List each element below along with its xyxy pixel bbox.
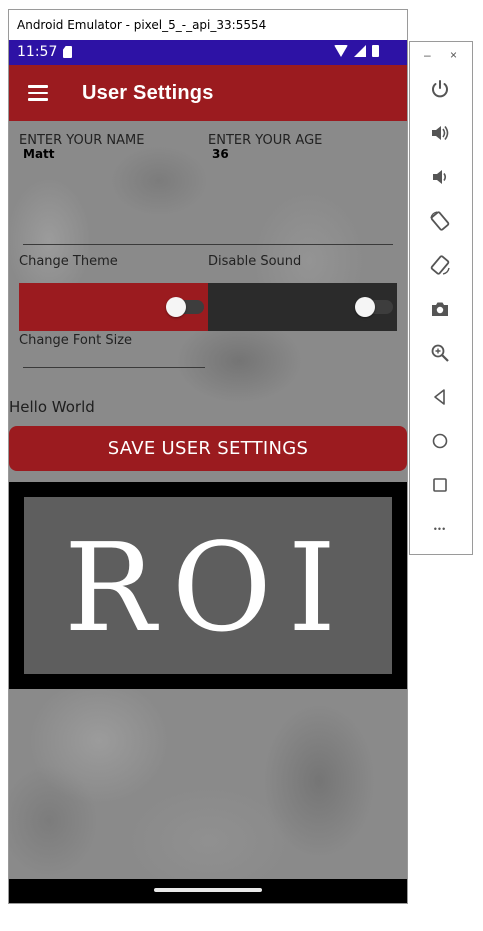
settings-content: ENTER YOUR NAME Matt ENTER YOUR AGE 36 C… [9, 121, 407, 879]
overview-icon[interactable] [429, 474, 451, 496]
font-size-label: Change Font Size [19, 333, 133, 348]
minimize-button[interactable]: – [424, 48, 431, 62]
rotate-right-icon[interactable] [429, 254, 451, 276]
emulator-toolbar: – × ••• [409, 41, 473, 555]
screen: Android Emulator - pixel_5_-_api_33:5554… [0, 0, 483, 931]
home-icon[interactable] [429, 430, 451, 452]
rotate-left-icon[interactable] [429, 210, 451, 232]
app-bar: User Settings [9, 65, 407, 121]
theme-label: Change Theme [19, 254, 118, 269]
name-input[interactable]: Matt [23, 147, 55, 161]
zoom-icon[interactable] [429, 342, 451, 364]
navigation-bar [9, 879, 407, 903]
status-bar: 11:57 [9, 40, 407, 65]
sound-switch-knob [355, 297, 375, 317]
age-input[interactable]: 36 [212, 147, 229, 161]
theme-switch[interactable] [166, 297, 204, 317]
back-icon[interactable] [429, 386, 451, 408]
status-icons [334, 45, 379, 57]
close-button[interactable]: × [450, 48, 457, 62]
emulator-window: Android Emulator - pixel_5_-_api_33:5554… [8, 9, 408, 904]
sound-toggle-panel [208, 283, 397, 331]
preview-text: Hello World [9, 398, 95, 416]
logo-box: ROI [24, 497, 392, 674]
hamburger-menu-icon[interactable] [28, 85, 48, 101]
name-field-label: ENTER YOUR NAME [19, 133, 145, 148]
camera-icon[interactable] [429, 298, 451, 320]
save-settings-button[interactable]: SAVE USER SETTINGS [9, 426, 407, 471]
toolbar-window-controls: – × [410, 46, 472, 66]
age-field-label: ENTER YOUR AGE [208, 133, 323, 148]
volume-down-icon[interactable] [429, 166, 451, 188]
power-icon[interactable] [429, 78, 451, 100]
volume-up-icon[interactable] [429, 122, 451, 144]
sound-label: Disable Sound [208, 254, 302, 269]
wifi-icon [334, 45, 348, 57]
theme-toggle-panel [19, 283, 208, 331]
sound-switch[interactable] [355, 297, 393, 317]
theme-switch-knob [166, 297, 186, 317]
status-time: 11:57 [17, 44, 58, 60]
signal-icon [354, 45, 366, 57]
phone-screen: 11:57 User Settings ENTER YOUR NAME Matt [9, 40, 407, 903]
page-title: User Settings [82, 82, 214, 104]
logo-frame: ROI [9, 482, 407, 689]
roi-logo: ROI [63, 516, 353, 659]
emulator-title: Android Emulator - pixel_5_-_api_33:5554 [9, 10, 407, 40]
sd-card-icon [63, 46, 72, 58]
battery-icon [372, 45, 379, 57]
font-size-picker[interactable] [23, 367, 205, 368]
more-options-icon[interactable]: ••• [429, 518, 451, 540]
input-underline [23, 244, 393, 245]
home-gesture-bar[interactable] [154, 888, 262, 892]
